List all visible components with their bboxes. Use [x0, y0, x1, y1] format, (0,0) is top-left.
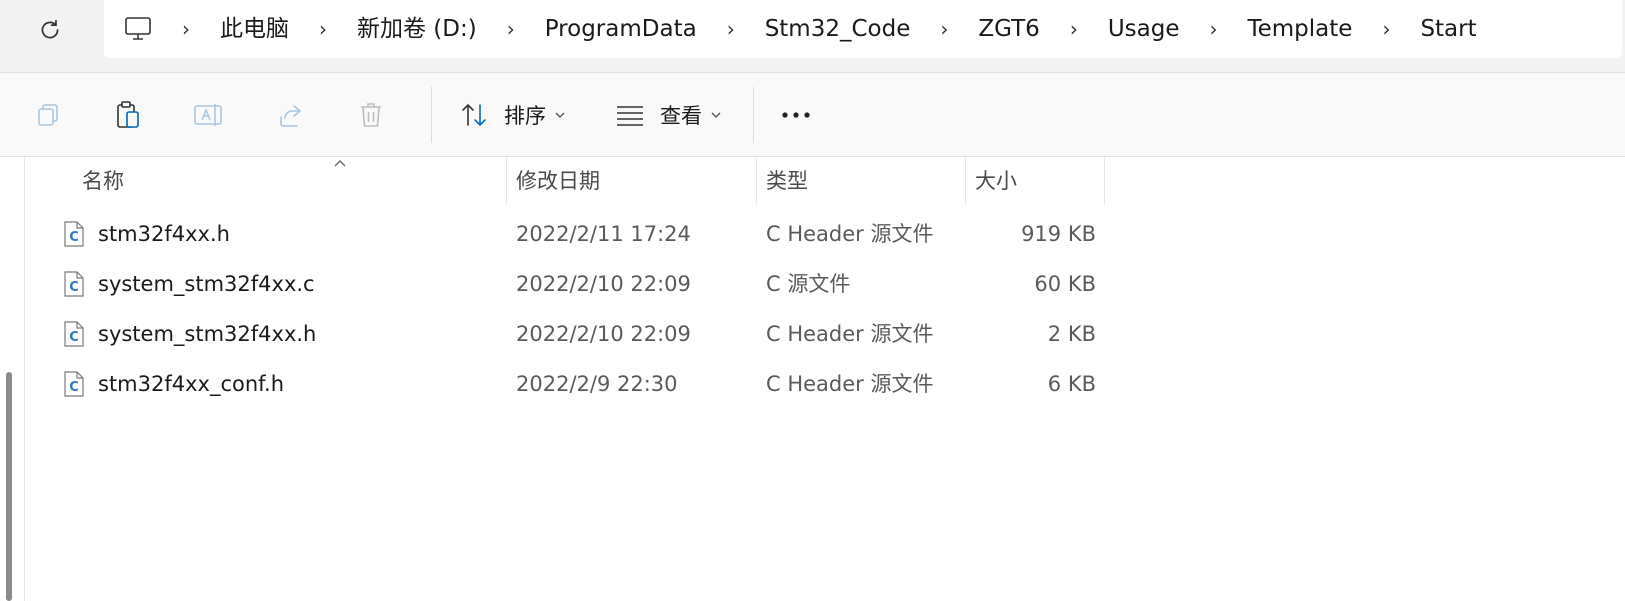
- column-divider[interactable]: [965, 157, 966, 205]
- breadcrumb-programdata[interactable]: ProgramData: [529, 9, 713, 49]
- sort-ascending-icon: [333, 153, 347, 172]
- breadcrumb-stm32-code[interactable]: Stm32_Code: [749, 9, 927, 49]
- chevron-right-icon[interactable]: ›: [305, 9, 341, 49]
- toolbar-divider: [431, 87, 432, 143]
- chevron-right-icon[interactable]: ›: [168, 9, 204, 49]
- chevron-right-icon[interactable]: ›: [1195, 9, 1231, 49]
- sort-icon: [452, 93, 496, 137]
- delete-icon: [349, 93, 393, 137]
- column-divider[interactable]: [506, 157, 507, 205]
- paste-icon: [106, 93, 150, 137]
- column-header-size[interactable]: 大小: [975, 157, 1017, 205]
- scrollbar-thumb[interactable]: [6, 372, 12, 601]
- more-options-button[interactable]: [774, 93, 818, 137]
- c-file-icon: C: [64, 221, 84, 247]
- file-name: stm32f4xx_conf.h: [98, 372, 285, 396]
- file-type: C Header 源文件: [766, 322, 934, 346]
- breadcrumb-drive-d[interactable]: 新加卷 (D:): [341, 9, 493, 49]
- chevron-down-icon: [554, 111, 566, 119]
- chevron-right-icon[interactable]: ›: [713, 9, 749, 49]
- breadcrumb-template[interactable]: Template: [1231, 9, 1368, 49]
- command-bar: 排序 查看: [0, 73, 1625, 157]
- file-name: stm32f4xx.h: [98, 222, 230, 246]
- sort-label: 排序: [504, 104, 546, 128]
- chevron-right-icon[interactable]: ›: [926, 9, 962, 49]
- chevron-down-icon: [710, 111, 722, 119]
- svg-text:C: C: [69, 280, 79, 295]
- svg-text:C: C: [69, 380, 79, 395]
- breadcrumb-this-pc[interactable]: 此电脑: [204, 9, 305, 49]
- file-name: system_stm32f4xx.c: [98, 272, 315, 296]
- view-button[interactable]: 查看: [608, 93, 722, 137]
- view-label: 查看: [660, 104, 702, 128]
- column-divider[interactable]: [756, 157, 757, 205]
- file-size: 6 KB: [1047, 372, 1096, 396]
- file-row[interactable]: C system_stm32f4xx.h 2022/2/10 22:09 C H…: [50, 309, 1110, 359]
- file-name: system_stm32f4xx.h: [98, 322, 317, 346]
- copy-button[interactable]: [26, 93, 70, 137]
- copy-icon: [26, 93, 70, 137]
- file-row[interactable]: C stm32f4xx_conf.h 2022/2/9 22:30 C Head…: [50, 359, 1110, 409]
- file-row[interactable]: C system_stm32f4xx.c 2022/2/10 22:09 C 源…: [50, 259, 1110, 309]
- file-size: 919 KB: [1021, 222, 1096, 246]
- column-header-type[interactable]: 类型: [766, 157, 808, 205]
- toolbar-divider: [753, 87, 754, 143]
- more-icon: [774, 93, 818, 137]
- file-size: 60 KB: [1034, 272, 1096, 296]
- rename-button[interactable]: [186, 93, 230, 137]
- view-icon: [608, 93, 652, 137]
- file-list-pane: 名称 修改日期 类型 大小 C stm32f4xx.h 2022/2/11 17…: [0, 157, 1625, 601]
- c-file-icon: C: [64, 321, 84, 347]
- column-header-row: 名称 修改日期 类型 大小: [50, 157, 1110, 205]
- address-bar[interactable]: › 此电脑 › 新加卷 (D:) › ProgramData › Stm32_C…: [104, 0, 1622, 58]
- sort-button[interactable]: 排序: [452, 93, 566, 137]
- svg-text:C: C: [69, 230, 79, 245]
- chevron-right-icon[interactable]: ›: [1368, 9, 1404, 49]
- share-button[interactable]: [268, 93, 312, 137]
- share-icon: [268, 93, 312, 137]
- file-type: C 源文件: [766, 272, 851, 296]
- column-header-name[interactable]: 名称: [82, 157, 124, 205]
- file-date: 2022/2/11 17:24: [516, 222, 691, 246]
- breadcrumb-zgt6[interactable]: ZGT6: [962, 9, 1055, 49]
- delete-button[interactable]: [349, 93, 393, 137]
- column-divider[interactable]: [1104, 157, 1105, 205]
- file-date: 2022/2/10 22:09: [516, 272, 691, 296]
- address-bar-region: › 此电脑 › 新加卷 (D:) › ProgramData › Stm32_C…: [0, 0, 1625, 73]
- svg-text:C: C: [69, 330, 79, 345]
- file-row[interactable]: C stm32f4xx.h 2022/2/11 17:24 C Header 源…: [50, 209, 1110, 259]
- pane-divider: [24, 157, 25, 601]
- c-file-icon: C: [64, 271, 84, 297]
- refresh-button[interactable]: [30, 10, 70, 50]
- chevron-right-icon[interactable]: ›: [493, 9, 529, 49]
- breadcrumb-start[interactable]: Start: [1404, 9, 1492, 49]
- column-header-date[interactable]: 修改日期: [516, 157, 600, 205]
- computer-icon[interactable]: [124, 9, 168, 49]
- file-size: 2 KB: [1047, 322, 1096, 346]
- rename-icon: [186, 93, 230, 137]
- paste-button[interactable]: [106, 93, 150, 137]
- file-type: C Header 源文件: [766, 222, 934, 246]
- chevron-right-icon[interactable]: ›: [1056, 9, 1092, 49]
- file-date: 2022/2/9 22:30: [516, 372, 678, 396]
- c-file-icon: C: [64, 371, 84, 397]
- breadcrumb-usage[interactable]: Usage: [1092, 9, 1196, 49]
- file-type: C Header 源文件: [766, 372, 934, 396]
- file-date: 2022/2/10 22:09: [516, 322, 691, 346]
- refresh-icon: [41, 19, 59, 39]
